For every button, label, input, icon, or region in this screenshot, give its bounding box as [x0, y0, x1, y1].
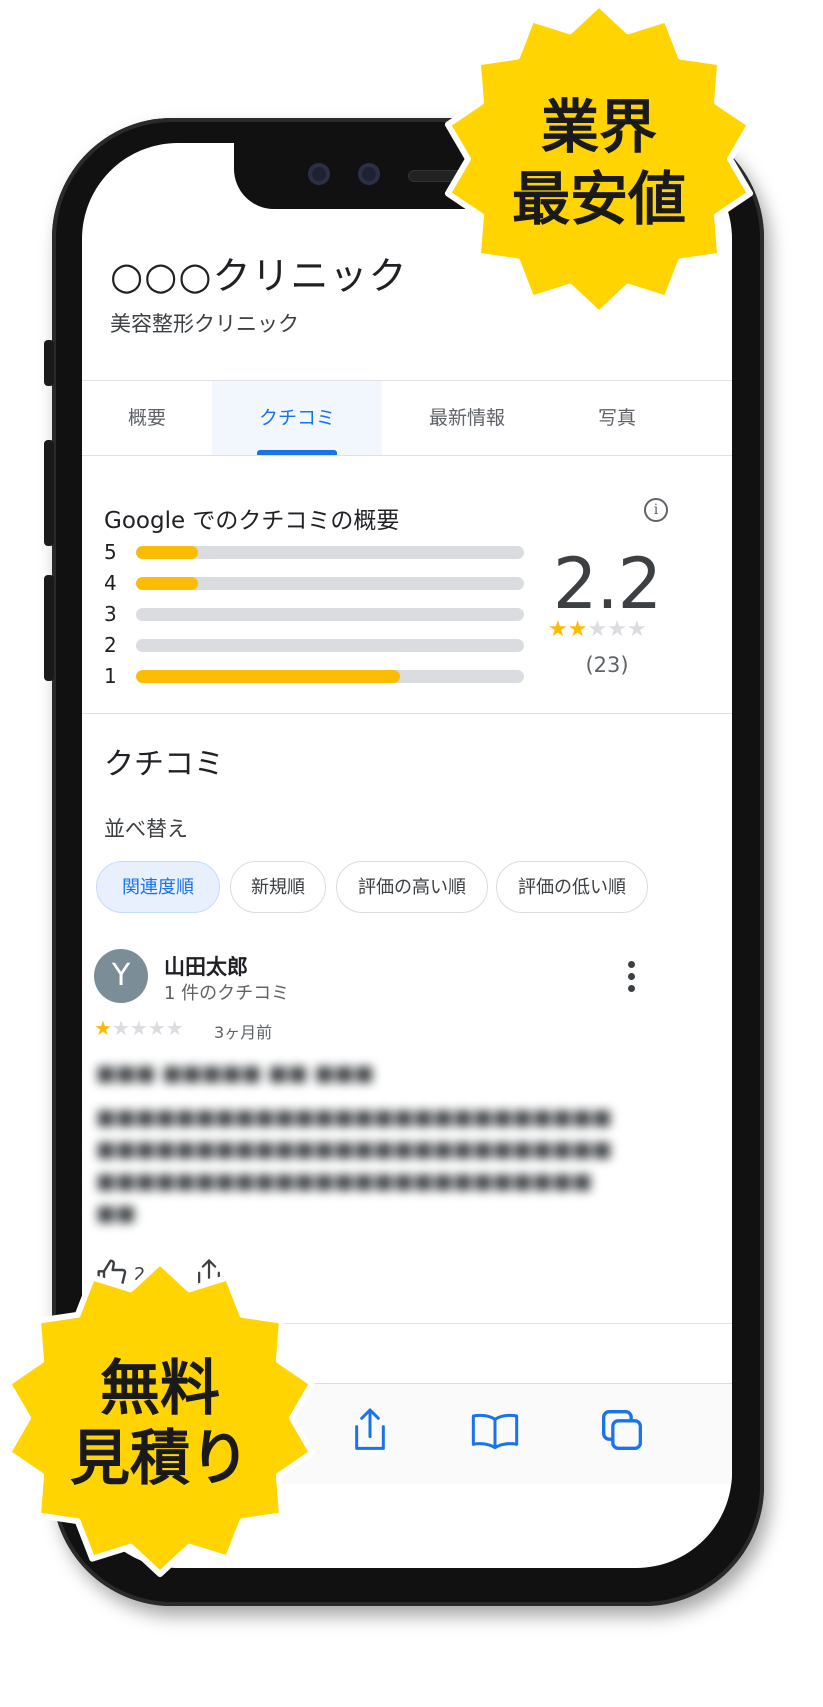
rating-bar-track — [136, 546, 524, 559]
divider — [82, 713, 732, 714]
star-icon: ★ — [607, 617, 627, 642]
badge-bottom-line2: 見積り — [70, 1424, 250, 1494]
tab-reviews[interactable]: クチコミ — [212, 381, 382, 455]
rating-bar-fill — [136, 577, 199, 590]
tab-bar: 概要 クチコミ 最新情報 写真 — [82, 380, 732, 456]
rating-bar-5: 5 — [104, 539, 524, 565]
lowest-price-badge: 業界 最安値 — [440, 0, 758, 318]
star-icon: ★ — [147, 1016, 166, 1040]
review-date: 3ヶ月前 — [214, 1023, 273, 1042]
review-stars: ★★★★★ — [94, 1016, 184, 1040]
tab-reviews-label: クチコミ — [258, 407, 335, 429]
blurred-review-meta: ■■■ ■■■■■ ■■ ■■■ — [96, 1061, 374, 1085]
star-icon: ★ — [626, 617, 647, 642]
rating-bar-label: 2 — [104, 633, 117, 657]
rating-bar-1: 1 — [104, 663, 524, 689]
side-button — [44, 340, 54, 386]
star-icon: ★ — [111, 1016, 130, 1040]
rating-bar-track — [136, 608, 524, 621]
bookmarks-icon[interactable] — [470, 1410, 520, 1452]
rating-bar-4: 4 — [104, 570, 524, 596]
blurred-review-body: ■■■■■■■■■■■■■■■■■■■■■■■■■■ ■■■■■■■■■■■■■■… — [96, 1105, 612, 1225]
sort-chip-lowest[interactable]: 評価の低い順 — [496, 861, 648, 913]
review-count[interactable]: (23) — [552, 653, 662, 677]
star-icon: ★ — [567, 617, 588, 642]
front-camera — [308, 163, 330, 185]
tab-updates[interactable]: 最新情報 — [382, 381, 552, 455]
tab-photos[interactable]: 写真 — [552, 381, 682, 455]
star-icon: ★ — [548, 617, 568, 642]
tabs-icon[interactable] — [600, 1408, 644, 1452]
rating-bar-2: 2 — [104, 632, 524, 658]
rating-bar-track — [136, 639, 524, 652]
business-category: 美容整形クリニック — [110, 312, 299, 336]
rating-bar-label: 3 — [104, 602, 117, 626]
free-estimate-badge: 無料 見積り — [0, 1258, 320, 1578]
rating-bar-3: 3 — [104, 601, 524, 627]
front-sensor — [358, 163, 380, 185]
rating-bar-track — [136, 670, 524, 683]
active-tab-indicator — [257, 450, 337, 455]
side-button — [44, 440, 54, 546]
rating-bar-fill — [136, 670, 400, 683]
sort-label: 並べ替え — [104, 817, 188, 841]
rating-bar-fill — [136, 546, 199, 559]
review-summary-title: Google でのクチコミの概要 — [104, 508, 400, 534]
reviewer-review-count: 1 件のクチコミ — [164, 983, 290, 1004]
star-icon: ★ — [587, 617, 608, 642]
star-icon: ★ — [94, 1016, 112, 1040]
info-icon[interactable]: i — [644, 498, 668, 522]
sort-chip-newest[interactable]: 新規順 — [230, 861, 326, 913]
rating-bar-label: 1 — [104, 664, 117, 688]
tab-overview[interactable]: 概要 — [82, 381, 212, 455]
badge-top-line2: 最安値 — [511, 165, 686, 233]
rating-bar-label: 4 — [104, 571, 117, 595]
star-icon: ★ — [129, 1016, 148, 1040]
more-options-icon[interactable] — [628, 961, 636, 997]
business-name: ○○○クリニック — [110, 254, 408, 298]
rating-bar-track — [136, 577, 524, 590]
reviewer-name[interactable]: 山田太郎 — [164, 951, 248, 981]
share-icon[interactable] — [350, 1406, 390, 1454]
avatar[interactable]: Y — [94, 949, 148, 1003]
rating-bar-label: 5 — [104, 540, 117, 564]
sort-chip-relevance[interactable]: 関連度順 — [96, 861, 220, 913]
average-rating: 2.2 — [552, 543, 662, 625]
side-button — [44, 575, 54, 681]
sort-chip-highest[interactable]: 評価の高い順 — [336, 861, 488, 913]
reviews-heading: クチコミ — [104, 747, 224, 782]
star-icon: ★ — [165, 1016, 184, 1040]
rating-stars: ★★★★★ — [548, 617, 647, 642]
